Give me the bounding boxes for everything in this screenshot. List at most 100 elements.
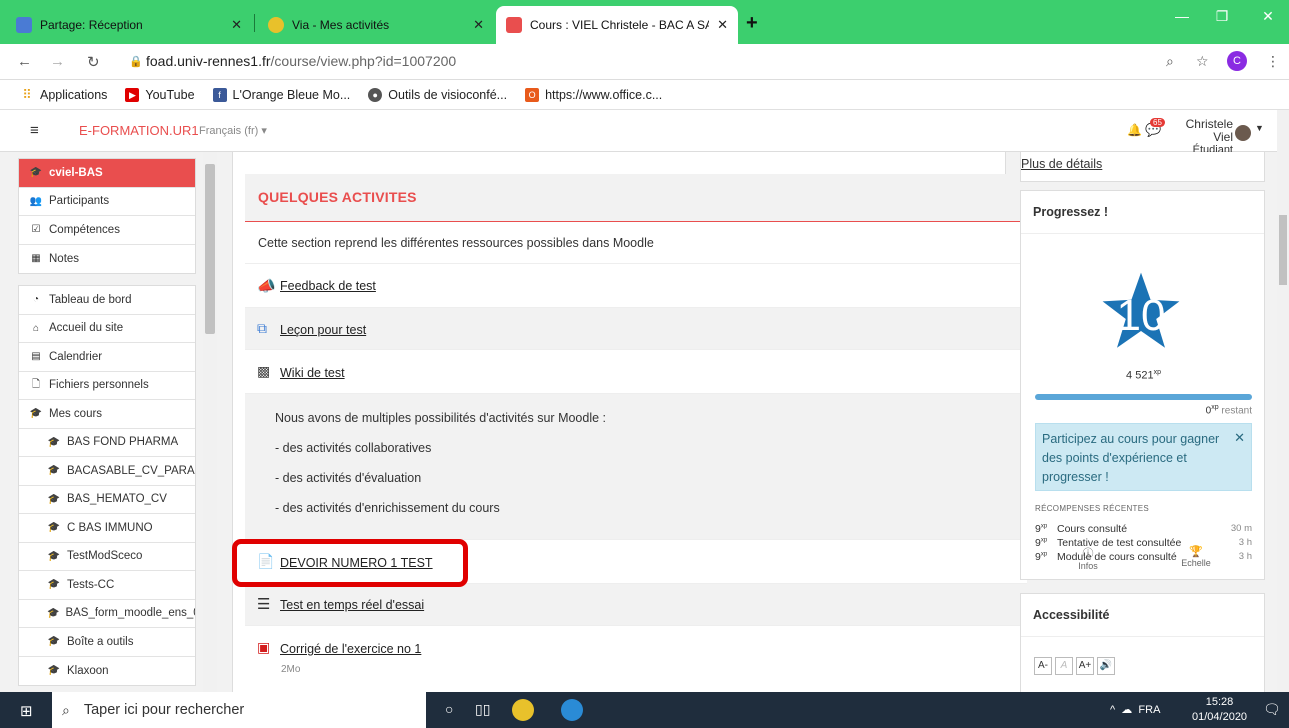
windows-taskbar: ⊞ ⌕ Taper ici pour rechercher ○ ▯▯ ^ ☁ F…	[0, 692, 1289, 728]
activity-link-lecon[interactable]: Leçon pour test	[280, 323, 366, 337]
activity-link-quiz[interactable]: Test en temps réel d'essai	[280, 598, 424, 612]
drawer-item-notes[interactable]: ▦ Notes	[19, 245, 195, 274]
close-window-icon[interactable]: ✕	[1253, 8, 1283, 25]
language-selector[interactable]: Français (fr) ▾	[199, 124, 267, 137]
new-tab-button[interactable]: +	[746, 12, 758, 35]
chevron-down-icon[interactable]: ▼	[1255, 123, 1264, 133]
globe-icon: ●	[368, 87, 383, 102]
activity-link-wiki[interactable]: Wiki de test	[280, 366, 345, 380]
bookmark-office[interactable]: Ohttps://www.office.c...	[525, 87, 662, 102]
notification-icon[interactable]: 🗨	[1263, 701, 1281, 718]
windows-start-icon[interactable]: ⊞	[20, 702, 33, 720]
reload-icon[interactable]: ↻	[87, 53, 100, 71]
cortana-icon[interactable]: ○	[445, 701, 453, 717]
graduation-cap-icon: 🎓	[29, 167, 43, 179]
drawer-scrollbar-thumb[interactable]	[205, 164, 215, 334]
users-icon: 👥	[29, 195, 43, 207]
drawer-item-mes-cours[interactable]: 🎓 Mes cours	[19, 400, 195, 429]
page-scrollbar-thumb[interactable]	[1279, 215, 1287, 285]
app-icon[interactable]	[561, 699, 583, 721]
activity-link-feedback[interactable]: Feedback de test	[280, 279, 376, 293]
taskbar-clock[interactable]: 15:28 01/04/2020	[1192, 695, 1247, 725]
drawer-course-item[interactable]: 🎓 Boîte a outils	[19, 628, 195, 657]
section-header: QUELQUES ACTIVITES	[245, 174, 1027, 222]
close-icon[interactable]: ✕	[1234, 428, 1245, 447]
minimize-icon[interactable]: —	[1167, 8, 1197, 24]
restore-icon[interactable]: ❐	[1207, 8, 1237, 25]
close-icon[interactable]: ✕	[231, 17, 242, 33]
block-details: Plus de détails	[1020, 152, 1265, 182]
lock-icon[interactable]: 🔒	[129, 55, 143, 68]
bell-icon[interactable]: 🔔	[1127, 123, 1142, 137]
hamburger-icon[interactable]: ≡	[30, 122, 39, 139]
drawer-course-item[interactable]: 🎓 BAS_HEMATO_CV	[19, 486, 195, 514]
chrome-icon[interactable]	[512, 699, 534, 721]
close-icon[interactable]: ✕	[473, 17, 484, 33]
back-icon[interactable]: ←	[17, 53, 32, 70]
drawer-course-item[interactable]: 🎓 BAS_form_moodle_ens_03_20	[19, 600, 195, 628]
echelle-button[interactable]: 🏆 Echelle	[1166, 545, 1226, 568]
avatar[interactable]	[1235, 125, 1251, 141]
menu-icon[interactable]: ⋮	[1266, 53, 1280, 70]
activity-row: ▩ Wiki de test	[245, 350, 1027, 394]
taskbar-search[interactable]: ⌕ Taper ici pour rechercher	[52, 692, 426, 728]
details-link[interactable]: Plus de détails	[1021, 157, 1102, 171]
tab-partage-reception[interactable]: Partage: Réception ✕	[6, 6, 252, 44]
drawer-course-item[interactable]: 🎓 Klaxoon	[19, 657, 195, 686]
drawer-course-item[interactable]: 🎓 BACASABLE_CV_PARA	[19, 457, 195, 486]
dashboard-icon: ◔	[32, 294, 40, 306]
bookmark-orange-bleue[interactable]: f L'Orange Bleue Mo...	[212, 87, 350, 102]
task-view-icon[interactable]: ▯▯	[475, 701, 490, 718]
checkbox-icon: ☑	[31, 224, 41, 236]
cloud-icon[interactable]: ☁	[1121, 704, 1132, 716]
drawer-item-participants[interactable]: 👥 Participants	[19, 188, 195, 216]
drawer-item-tableau-de-bord[interactable]: ◔ Tableau de bord	[19, 286, 195, 315]
via-icon	[268, 17, 284, 33]
tab-cours-viel[interactable]: Cours : VIEL Christele - BAC A SA ✕	[496, 6, 738, 44]
moodle-favicon-icon	[506, 17, 522, 33]
page-area: 🎓 cviel-BAS 👥 Participants ☑ Compétences ▦ N…	[0, 152, 1277, 692]
message-count-badge: 65	[1150, 118, 1165, 127]
course-section: QUELQUES ACTIVITES Cette section reprend…	[245, 174, 1027, 692]
forward-icon[interactable]: →	[50, 53, 65, 70]
language-indicator[interactable]: FRA	[1138, 704, 1160, 716]
url-field[interactable]: foad.univ-rennes1.fr/course/view.php?id=…	[146, 53, 456, 69]
drawer-course-item[interactable]: 🎓 BAS FOND PHARMA	[19, 429, 195, 457]
drawer-item-label: Participants	[49, 195, 110, 208]
drawer-item-label: BACASABLE_CV_PARA	[67, 464, 195, 477]
bookmark-applications[interactable]: ⠿ Applications	[20, 87, 107, 102]
infos-button[interactable]: ⓘ Infos	[1058, 545, 1118, 571]
star-icon[interactable]: ☆	[1196, 53, 1209, 70]
activity-link-file[interactable]: Corrigé de l'exercice no 1	[280, 642, 421, 656]
clock-date: 01/04/2020	[1192, 711, 1248, 723]
reward-time: 3 h	[1238, 537, 1252, 548]
remaining-label: restant	[1221, 405, 1252, 417]
drawer-item-calendrier[interactable]: ▤ Calendrier	[19, 343, 195, 372]
wiki-icon: ▩	[257, 363, 271, 379]
drawer-item-cviel-bas[interactable]: 🎓 cviel-BAS	[19, 159, 195, 188]
font-reset-button[interactable]: A	[1055, 657, 1073, 675]
list-icon: ☰	[257, 596, 271, 613]
xp-remaining: 0xp restant	[1035, 404, 1252, 416]
drawer-course-item[interactable]: 🎓 Tests-CC	[19, 571, 195, 600]
drawer-course-item[interactable]: 🎓 TestModSceco	[19, 543, 195, 571]
drawer-item-competences[interactable]: ☑ Compétences	[19, 216, 195, 245]
speech-icon[interactable]: 🔊	[1097, 657, 1115, 675]
tab-via-activites[interactable]: Via - Mes activités ✕	[258, 6, 494, 44]
chevron-up-icon[interactable]: ^	[1110, 704, 1115, 716]
drawer-item-fichiers[interactable]: 🗋 Fichiers personnels	[19, 372, 195, 400]
text-line: Nous avons de multiples possibilités d'a…	[275, 411, 607, 425]
xp-progress-bar	[1035, 394, 1252, 400]
bookmark-outils-visio[interactable]: ● Outils de visioconfé...	[368, 87, 507, 102]
close-icon[interactable]: ✕	[717, 17, 728, 33]
drawer-item-accueil[interactable]: ⌂ Accueil du site	[19, 315, 195, 343]
site-name-link[interactable]: E-FORMATION.UR1	[79, 123, 199, 138]
font-decrease-button[interactable]: A-	[1034, 657, 1052, 675]
font-increase-button[interactable]: A+	[1076, 657, 1094, 675]
drawer-course-item[interactable]: 🎓 C BAS IMMUNO	[19, 514, 195, 543]
drawer-item-label: C BAS IMMUNO	[67, 521, 153, 534]
zoom-icon[interactable]: ⌕	[1166, 53, 1174, 70]
profile-avatar[interactable]: C	[1227, 51, 1247, 71]
bookmark-youtube[interactable]: ▶ YouTube	[125, 87, 195, 102]
page-scrollbar[interactable]	[1277, 110, 1289, 692]
